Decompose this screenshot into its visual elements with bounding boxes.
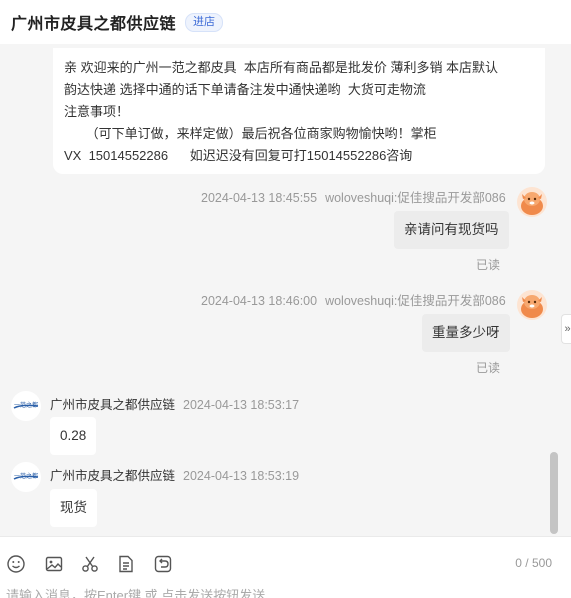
read-status: 已读 <box>476 258 501 272</box>
message-meta: 广州市皮具之都供应链 2024-04-13 18:53:17 <box>50 394 299 413</box>
undo-icon[interactable] <box>153 554 173 574</box>
notice-line: 注意事项！ <box>64 104 130 119</box>
expand-panel-button[interactable]: » <box>561 314 571 344</box>
message-time: 2024-04-13 18:53:19 <box>183 469 300 483</box>
message-time: 2024-04-13 18:45:55 <box>201 191 318 205</box>
notice-line: （可下单订做，来样定做）最后祝各位商家购物愉快哟！掌柜 <box>64 126 437 141</box>
scrollbar-thumb[interactable] <box>550 452 558 534</box>
shop-title: 广州市皮具之都供应链 <box>11 16 177 33</box>
read-status: 已读 <box>476 361 501 375</box>
user-avatar-icon[interactable] <box>517 290 547 320</box>
message-bubble[interactable]: 重量多少呀 <box>422 314 510 352</box>
user-avatar-icon[interactable] <box>517 187 547 217</box>
enter-shop-button[interactable]: 进店 <box>185 12 224 32</box>
message-meta: 2024-04-13 18:46:00 woloveshuqi:促佳搜品开发部08… <box>201 290 506 309</box>
message-bubble[interactable]: 亲请问有现货吗 <box>394 211 509 249</box>
notice-line: 亲 欢迎来的广州一范之都皮具 本店所有商品都是批发价 薄利多销 本店默认 <box>64 60 499 75</box>
message-meta: 2024-04-13 18:45:55 woloveshuqi:促佳搜品开发部08… <box>201 187 506 206</box>
notice-line: 韵达快递 选择中通的话下单请备注发中通快递哟 大货可走物流 <box>64 82 426 97</box>
message-time: 2024-04-13 18:53:17 <box>183 398 300 412</box>
message-sender: woloveshuqi:促佳搜品开发部086 <box>325 294 506 308</box>
svg-text:一范之都: 一范之都 <box>14 472 38 480</box>
message-sender: 广州市皮具之都供应链 <box>50 398 176 412</box>
emoji-icon[interactable] <box>6 554 26 574</box>
message-input[interactable]: 请输入消息，按Enter键 或 点击发送按钮发送 <box>6 585 265 598</box>
message-bubble[interactable]: 0.28 <box>50 417 97 455</box>
message-sender: 广州市皮具之都供应链 <box>50 469 176 483</box>
chat-window: 广州市皮具之都供应链 进店 亲 欢迎来的广州一范之都皮具 本店所有商品都是批发价… <box>0 0 571 598</box>
chat-header: 广州市皮具之都供应链 进店 <box>0 0 571 44</box>
input-toolbar: 0 / 500 <box>0 536 571 588</box>
message-time: 2024-04-13 18:46:00 <box>201 294 318 308</box>
svg-text:一范之都: 一范之都 <box>14 401 38 409</box>
document-icon[interactable] <box>116 554 136 574</box>
shop-logo-icon: 一范之都 <box>13 401 39 409</box>
scissors-icon[interactable] <box>80 554 100 574</box>
image-icon[interactable] <box>44 554 64 574</box>
message-bubble[interactable]: 现货 <box>50 489 97 527</box>
message-sender: woloveshuqi:促佳搜品开发部086 <box>325 191 506 205</box>
shop-logo-icon: 一范之都 <box>13 472 39 480</box>
message-meta: 广州市皮具之都供应链 2024-04-13 18:53:19 <box>50 465 299 484</box>
message-list[interactable]: 亲 欢迎来的广州一范之都皮具 本店所有商品都是批发价 薄利多销 本店默认 韵达快… <box>0 44 571 536</box>
shop-avatar[interactable]: 一范之都 <box>11 462 41 492</box>
notice-line: VX 15014552286 如迟迟没有回复可打15014552286咨询 <box>64 148 413 163</box>
shop-avatar[interactable]: 一范之都 <box>11 391 41 421</box>
char-counter: 0 / 500 <box>515 556 552 570</box>
shop-notice-card: 亲 欢迎来的广州一范之都皮具 本店所有商品都是批发价 薄利多销 本店默认 韵达快… <box>53 48 545 174</box>
